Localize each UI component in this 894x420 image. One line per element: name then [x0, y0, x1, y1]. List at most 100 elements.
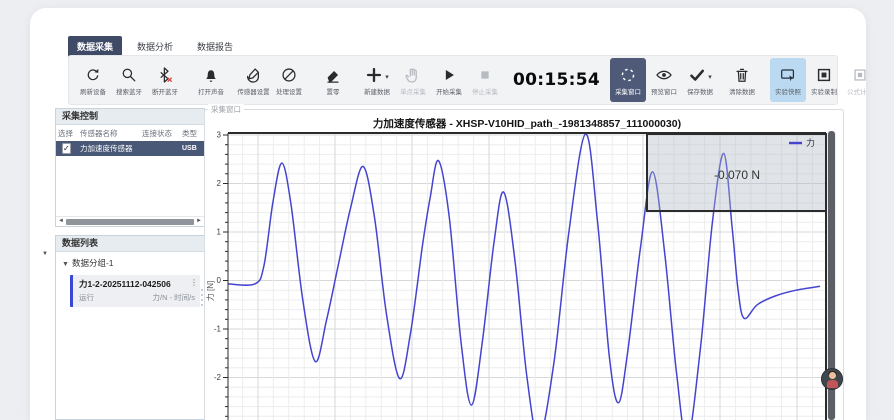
- assistant-avatar[interactable]: [821, 368, 843, 390]
- sidebar-collapse-handle[interactable]: ▼: [42, 251, 48, 257]
- hscroll-left-arrow-icon[interactable]: ◄: [58, 217, 64, 226]
- tool-disconnect-bluetooth[interactable]: 断开蓝牙: [147, 58, 183, 102]
- sensor-col-header: 类型: [182, 128, 204, 139]
- tool-stop-collect[interactable]: 停止采集: [467, 58, 503, 102]
- tool-label: 置零: [327, 87, 340, 96]
- tool-experiment-snapshot[interactable]: 实验快照: [770, 58, 806, 102]
- sensor-table-empty-area: [56, 156, 204, 216]
- tool-search-bluetooth[interactable]: 搜索蓝牙: [111, 58, 147, 102]
- tool-experiment-record[interactable]: 实验录制: [806, 58, 842, 102]
- formula-icon: [851, 66, 866, 84]
- toolbar: 刷新设备 搜索蓝牙 断开蓝牙 打开声音 传感器设置处理设置 置零 ▾ 新建数据 单点采集 开始采集…: [68, 55, 838, 105]
- tool-single-point-collect[interactable]: 单点采集: [395, 58, 431, 102]
- tab-data-analysis[interactable]: 数据分析: [128, 36, 182, 57]
- refresh-icon: [84, 66, 102, 84]
- dropdown-caret-icon[interactable]: ▾: [708, 73, 712, 84]
- legend-label: 力: [806, 137, 815, 148]
- bt-off-icon: [156, 66, 174, 84]
- dropdown-caret-icon[interactable]: ▾: [385, 73, 389, 84]
- sensor-name: 力加速度传感器: [80, 143, 142, 154]
- tool-label: 保存数据: [687, 87, 713, 96]
- tool-preview-window[interactable]: 预览窗口: [646, 58, 682, 102]
- tool-label: 公式计算: [847, 87, 866, 96]
- tool-label: 传感器设置: [237, 87, 269, 96]
- stop-icon: [476, 66, 494, 84]
- data-list-panel: 数据列表 ▼数据分组-1 力1-2-20251112-042506⋮ 运行 力/N -…: [55, 235, 205, 420]
- tool-process-settings[interactable]: 处理设置: [271, 58, 307, 102]
- data-item-axes: 力/N - 时间/s: [153, 292, 196, 303]
- collect-timer: 00:15:54: [513, 70, 600, 90]
- collection-control-panel: 采集控制 选择传感器名称连接状态类型 ✓ 力加速度传感器 USB ◄ ►: [55, 108, 205, 227]
- tool-label: 处理设置: [276, 87, 302, 96]
- tool-new-data[interactable]: ▾ 新建数据: [359, 58, 395, 102]
- sensor-row[interactable]: ✓ 力加速度传感器 USB: [56, 141, 204, 156]
- group-label: 数据分组-1: [72, 258, 114, 268]
- tool-label: 刷新设备: [80, 87, 106, 96]
- annotation-value: -0.070 N: [714, 168, 760, 182]
- data-group-row[interactable]: ▼数据分组-1: [56, 252, 204, 272]
- hscroll-right-arrow-icon[interactable]: ►: [196, 217, 202, 226]
- tool-label: 打开声音: [198, 87, 224, 96]
- tool-label: 预览窗口: [651, 87, 677, 96]
- tool-label: 单点采集: [400, 87, 426, 96]
- y-tick-label: 3: [217, 131, 222, 140]
- sensor-col-header: 传感器名称: [80, 128, 142, 139]
- tool-label: 实验快照: [775, 87, 801, 96]
- waveform-chart[interactable]: 3210-1-2力 [N]-0.070 N力: [206, 131, 840, 420]
- check-icon: [688, 66, 706, 84]
- tool-formula-calc[interactable]: 公式计算: [842, 58, 866, 102]
- tool-label: 断开蓝牙: [152, 87, 178, 96]
- eraser-icon: [324, 66, 342, 84]
- snapshot-icon: [779, 66, 797, 84]
- chart-title: 力加速度传感器 - XHSP-V10HID_path_-1981348857_1…: [228, 116, 826, 131]
- data-item-status: 运行: [79, 292, 94, 303]
- tool-save-data[interactable]: ▾ 保存数据: [682, 58, 718, 102]
- y-axis-label: 力 [N]: [206, 281, 215, 301]
- bell-icon: [202, 66, 220, 84]
- tool-label: 采集窗口: [615, 87, 641, 96]
- tool-open-sound[interactable]: 打开声音: [193, 58, 229, 102]
- circle-slash-icon: [280, 66, 298, 84]
- tool-sensor-settings[interactable]: 传感器设置: [235, 58, 271, 102]
- app-window: 数据采集数据分析数据报告 刷新设备 搜索蓝牙 断开蓝牙 打开声音 传感器设置处理设置 置零…: [30, 8, 866, 420]
- tool-start-collect[interactable]: 开始采集: [431, 58, 467, 102]
- sensor-table-hscrollbar[interactable]: ◄ ►: [56, 216, 204, 226]
- sensor-col-header: 连接状态: [142, 128, 182, 139]
- main-tabs: 数据采集数据分析数据报告: [68, 36, 242, 57]
- group-expand-icon[interactable]: ▼: [62, 261, 69, 268]
- hscroll-thumb[interactable]: [66, 219, 194, 225]
- tool-collect-window[interactable]: 采集窗口: [610, 58, 646, 102]
- data-item-title: 力1-2-20251112-042506: [79, 278, 195, 290]
- data-item-more-icon[interactable]: ⋮: [190, 278, 198, 287]
- collection-control-title: 采集控制: [56, 109, 204, 125]
- hand-pencil-icon: [244, 66, 262, 84]
- trash-icon: [733, 66, 751, 84]
- tool-label: 开始采集: [436, 87, 462, 96]
- panel-resize-handle[interactable]: [201, 289, 203, 306]
- sensor-checkbox[interactable]: ✓: [62, 143, 71, 154]
- tab-data-report[interactable]: 数据报告: [188, 36, 242, 57]
- data-list-title: 数据列表: [56, 236, 204, 252]
- tool-clear-data[interactable]: 清除数据: [724, 58, 760, 102]
- tool-label: 搜索蓝牙: [116, 87, 142, 96]
- record-icon: [815, 66, 833, 84]
- tool-label: 清除数据: [729, 87, 755, 96]
- y-tick-label: 2: [217, 179, 222, 188]
- tool-zeroing[interactable]: 置零: [315, 58, 351, 102]
- eye-icon: [655, 66, 673, 84]
- y-tick-label: 0: [217, 276, 222, 285]
- y-tick-label: -2: [214, 373, 222, 382]
- sensor-table-header: 选择传感器名称连接状态类型: [56, 125, 204, 141]
- tool-label: 新建数据: [364, 87, 390, 96]
- dashed-circle-icon: [619, 66, 637, 84]
- hand-icon: [404, 66, 422, 84]
- sensor-type: USB: [182, 145, 204, 152]
- tab-data-collect[interactable]: 数据采集: [68, 36, 122, 57]
- data-item[interactable]: 力1-2-20251112-042506⋮ 运行 力/N - 时间/s: [70, 275, 200, 307]
- play-icon: [440, 66, 458, 84]
- tool-refresh-device[interactable]: 刷新设备: [75, 58, 111, 102]
- search-icon: [120, 66, 138, 84]
- sensor-col-header: 选择: [58, 128, 80, 139]
- tool-label: 停止采集: [472, 87, 498, 96]
- plus-icon: [365, 66, 383, 84]
